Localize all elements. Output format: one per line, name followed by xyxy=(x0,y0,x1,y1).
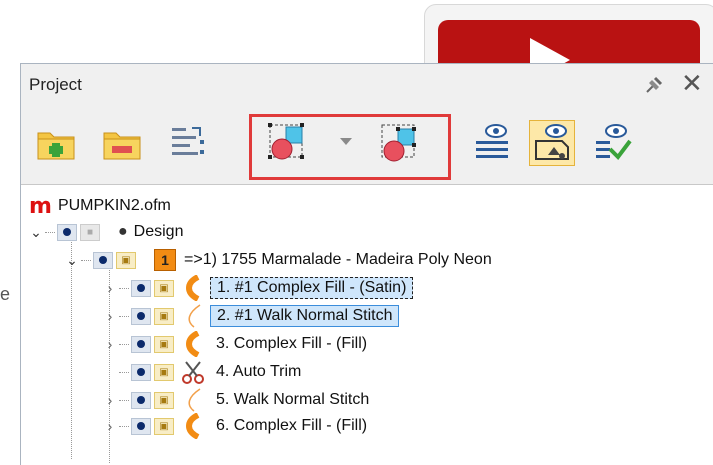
project-toolbar xyxy=(21,108,713,180)
tree-item-label: 5. Walk Normal Stitch xyxy=(216,391,370,408)
tree-connector xyxy=(45,231,55,233)
tree-connector xyxy=(119,425,129,427)
visibility-eye-icon[interactable] xyxy=(131,307,151,325)
tree-item-row[interactable]: › ▣ 2. #1 Walk Normal Stitch xyxy=(103,303,400,329)
tree-item-label: 1. #1 Complex Fill - (Satin) xyxy=(210,277,414,299)
tree-connector xyxy=(119,371,129,373)
walk-stitch-icon xyxy=(188,388,201,412)
tree-connector xyxy=(119,315,129,317)
panel-title: Project xyxy=(29,75,82,94)
lock-icon[interactable]: ▣ xyxy=(154,391,174,409)
object-tree: m PUMPKIN2.ofm ⌄ ■ ● Design ⌄ ▣ 1 =>1) 1… xyxy=(21,184,713,465)
tree-design-row[interactable]: ⌄ ■ ● Design xyxy=(29,219,183,245)
view-list-icon xyxy=(476,124,508,158)
lock-icon[interactable]: ▣ xyxy=(116,251,136,269)
pin-icon[interactable] xyxy=(643,74,665,96)
chevron-right-icon[interactable]: › xyxy=(103,308,117,324)
select-objects-button[interactable] xyxy=(265,120,311,166)
chevron-right-icon[interactable]: › xyxy=(103,280,117,296)
view-list-button[interactable] xyxy=(469,120,515,166)
file-name: PUMPKIN2.ofm xyxy=(57,197,171,214)
visibility-eye-icon[interactable] xyxy=(57,223,77,241)
close-icon[interactable]: ✕ xyxy=(681,70,703,96)
select-objects-alt-icon xyxy=(381,124,416,162)
background-text: e xyxy=(0,284,11,304)
lock-icon[interactable]: ▣ xyxy=(154,307,174,325)
color-group-label: =>1) 1755 Marmalade - Madeira Poly Neon xyxy=(184,251,492,268)
chevron-right-icon[interactable]: › xyxy=(103,418,117,434)
tree-item-label: 6. Complex Fill - (Fill) xyxy=(216,417,368,434)
select-objects-alt-button[interactable] xyxy=(377,120,423,166)
view-check-button[interactable] xyxy=(589,120,635,166)
fill-stitch-icon xyxy=(186,413,200,439)
visibility-eye-icon[interactable] xyxy=(93,251,113,269)
tree-item-row[interactable]: › ▣ 6. Complex Fill - (Fill) xyxy=(103,413,373,439)
view-shapes-icon xyxy=(535,124,569,160)
color-number-badge: 1 xyxy=(154,249,176,271)
visibility-eye-icon[interactable] xyxy=(131,391,151,409)
select-objects-icon xyxy=(268,123,304,160)
chevron-down-icon[interactable] xyxy=(340,138,352,145)
fill-stitch-icon xyxy=(186,331,200,357)
file-logo-icon: m xyxy=(29,193,52,219)
visibility-eye-icon[interactable] xyxy=(131,363,151,381)
lock-icon[interactable]: ▣ xyxy=(154,363,174,381)
tree-connector xyxy=(119,343,129,345)
tree-file-row[interactable]: m PUMPKIN2.ofm xyxy=(29,193,171,219)
view-check-icon xyxy=(596,124,632,161)
design-label: Design xyxy=(133,223,184,240)
tree-item-label: 3. Complex Fill - (Fill) xyxy=(216,335,368,352)
visibility-eye-icon[interactable] xyxy=(131,335,151,353)
visibility-eye-icon[interactable] xyxy=(131,279,151,297)
visibility-eye-icon[interactable] xyxy=(131,417,151,435)
lock-icon[interactable]: ▣ xyxy=(154,279,174,297)
tree-item-row[interactable]: › ▣ 1. #1 Complex Fill - (Satin) xyxy=(103,275,414,301)
lock-icon[interactable]: ▣ xyxy=(154,417,174,435)
panel-title-bar: Project ✕ xyxy=(21,64,713,108)
lock-icon[interactable]: ■ xyxy=(80,223,100,241)
tree-connector xyxy=(119,399,129,401)
walk-stitch-icon xyxy=(188,304,201,328)
tree-item-label: 2. #1 Walk Normal Stitch xyxy=(210,305,400,327)
add-folder-icon xyxy=(37,132,75,160)
satin-stitch-icon xyxy=(186,275,200,301)
remove-folder-button[interactable] xyxy=(99,120,145,166)
tree-color-group-row[interactable]: ⌄ ▣ 1 =>1) 1755 Marmalade - Madeira Poly… xyxy=(65,247,492,273)
chevron-right-icon[interactable]: › xyxy=(103,392,117,408)
add-folder-button[interactable] xyxy=(33,120,79,166)
tree-item-row[interactable]: ▣ 4. Auto Trim xyxy=(103,359,307,385)
view-shapes-button[interactable] xyxy=(529,120,575,166)
pumpkin-icon: ● xyxy=(118,223,128,240)
tree-item-row[interactable]: › ▣ 5. Walk Normal Stitch xyxy=(103,387,375,413)
tree-item-row[interactable]: › ▣ 3. Complex Fill - (Fill) xyxy=(103,331,373,357)
scissors-icon xyxy=(182,361,204,384)
chevron-down-icon[interactable]: ⌄ xyxy=(65,252,79,269)
tree-connector xyxy=(81,259,91,261)
sort-list-button[interactable] xyxy=(165,120,211,166)
lock-icon[interactable]: ▣ xyxy=(154,335,174,353)
remove-folder-icon xyxy=(103,132,141,160)
project-panel: Project ✕ m PUMPKIN2.ofm ⌄ ■ ● Design ⌄ … xyxy=(20,63,713,465)
chevron-right-icon[interactable]: › xyxy=(103,336,117,352)
tree-item-label: 4. Auto Trim xyxy=(216,363,302,380)
chevron-down-icon[interactable]: ⌄ xyxy=(29,224,43,241)
tree-connector xyxy=(119,287,129,289)
sort-list-icon xyxy=(172,127,204,155)
